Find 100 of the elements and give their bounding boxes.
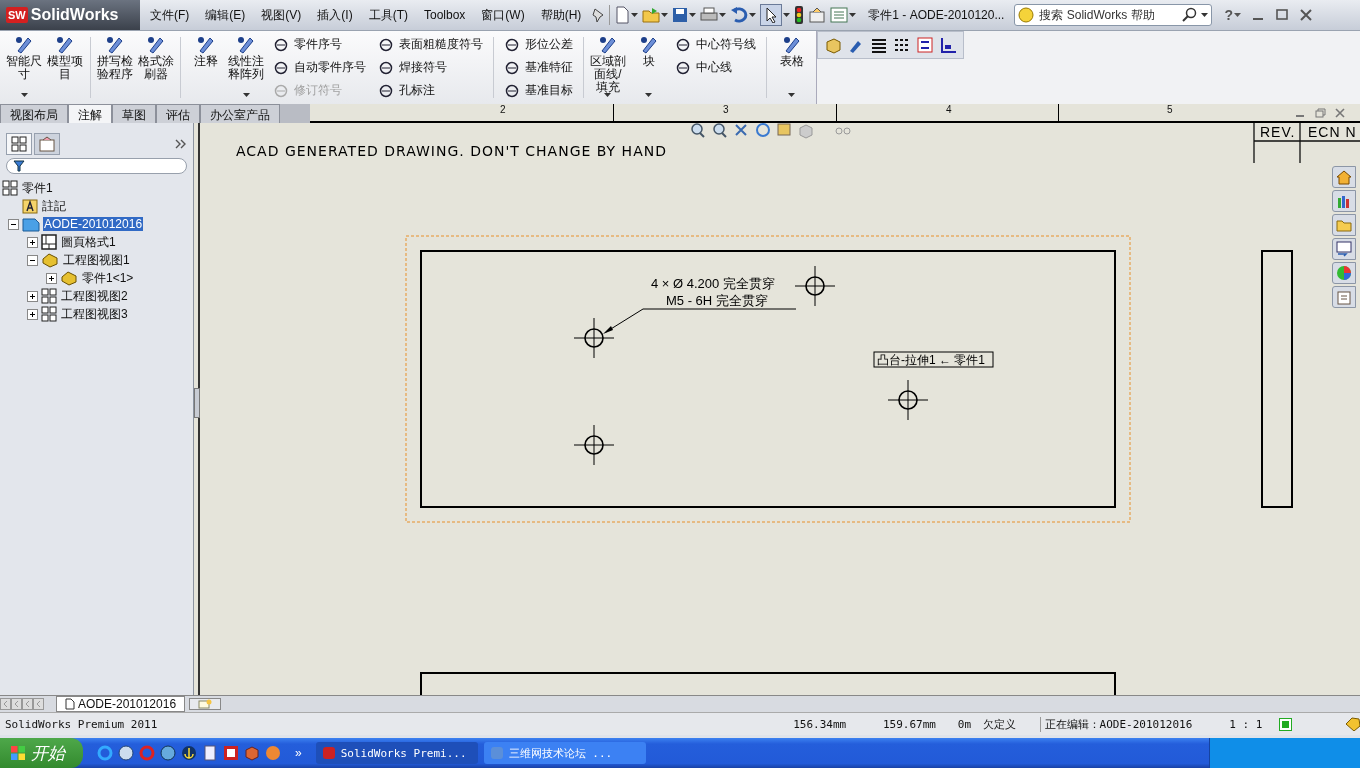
expander[interactable] xyxy=(8,218,19,230)
start-button[interactable]: 开始 xyxy=(0,738,83,768)
custom-properties-tab[interactable] xyxy=(1332,286,1356,308)
maximize-icon[interactable] xyxy=(1275,8,1289,22)
anchor-icon[interactable] xyxy=(181,745,197,761)
caret-icon[interactable] xyxy=(749,12,757,18)
feature-tree-tab[interactable] xyxy=(6,133,32,155)
tree-item[interactable]: 圖頁格式1 xyxy=(60,233,117,251)
ribbon-button[interactable]: 格式涂刷器 xyxy=(135,35,177,104)
zoom-area-icon[interactable] xyxy=(713,123,727,138)
ribbon-button[interactable]: 零件序号 xyxy=(272,35,366,54)
overflow-chevron[interactable]: » xyxy=(295,746,302,760)
hole-callout[interactable]: 4 × Ø 4.200 完全贯穿 xyxy=(651,276,775,291)
caret-icon[interactable] xyxy=(661,12,669,18)
ribbon-button[interactable]: 智能尺寸 xyxy=(4,35,45,104)
expander[interactable] xyxy=(27,290,38,302)
search-field[interactable]: 搜索 SolidWorks 帮助 xyxy=(1014,4,1213,26)
caret-icon[interactable] xyxy=(849,12,857,18)
library-tab[interactable] xyxy=(1332,190,1356,212)
command-tab[interactable]: 草图 xyxy=(112,104,156,123)
ribbon-button[interactable]: 拼写检验程序 xyxy=(94,35,136,104)
tree-item[interactable]: 註記 xyxy=(41,197,67,215)
menu-item[interactable]: 插入(I) xyxy=(311,6,359,24)
tree-item[interactable]: AODE-201012016 xyxy=(43,217,144,231)
caret-icon[interactable] xyxy=(783,12,791,18)
menu-item[interactable]: 视图(V) xyxy=(255,6,308,24)
menu-item[interactable]: 帮助(H) xyxy=(534,6,588,24)
appearance-tab[interactable] xyxy=(1332,262,1356,284)
ribbon-button[interactable]: 模型项目 xyxy=(44,35,86,104)
add-sheet-button[interactable] xyxy=(189,698,222,710)
caret-icon[interactable] xyxy=(689,12,697,18)
pin-icon[interactable] xyxy=(591,7,606,23)
view-outline[interactable] xyxy=(420,672,1116,695)
ribbon-button[interactable]: 焊接符号 xyxy=(377,58,483,77)
cube-icon[interactable] xyxy=(824,36,842,54)
line-weight-icon[interactable] xyxy=(870,36,888,54)
tree-item[interactable]: 工程图视图2 xyxy=(60,287,129,305)
new-document-icon[interactable] xyxy=(614,6,631,24)
hole-callout[interactable]: M5 - 6H 完全贯穿 xyxy=(666,293,768,308)
menu-item[interactable]: Toolbox xyxy=(418,8,472,22)
ribbon-button[interactable]: 基准目标 xyxy=(503,81,573,100)
caret-icon[interactable] xyxy=(631,12,639,18)
property-tab[interactable] xyxy=(34,133,60,155)
layer-icon[interactable] xyxy=(916,36,934,54)
center-mark[interactable] xyxy=(887,379,929,421)
command-tab[interactable]: 评估 xyxy=(156,104,200,123)
ribbon-button[interactable]: 线性注释阵列 xyxy=(225,35,267,104)
close-icon[interactable] xyxy=(1334,108,1346,118)
ribbon-button[interactable]: 表格 xyxy=(771,35,812,104)
menu-item[interactable]: 编辑(E) xyxy=(199,6,252,24)
filter-field[interactable] xyxy=(6,158,187,174)
menu-item[interactable]: 文件(F) xyxy=(144,6,196,24)
app-logo-icon[interactable] xyxy=(223,745,239,761)
box-icon[interactable] xyxy=(244,745,260,761)
side-view-outline[interactable] xyxy=(1261,250,1293,508)
app-logo[interactable]: SW SolidWorks xyxy=(0,0,140,30)
ribbon-button[interactable]: 注释 xyxy=(185,35,226,104)
expander[interactable] xyxy=(27,236,38,248)
command-tab[interactable]: 办公室产品 xyxy=(200,104,280,123)
command-tab[interactable]: 视图布局 xyxy=(0,104,68,123)
tree-item[interactable]: 零件1 xyxy=(21,179,54,197)
select-button[interactable] xyxy=(760,4,783,26)
pan-icon[interactable] xyxy=(735,124,747,136)
ribbon-button[interactable]: 区域剖面线/填充 xyxy=(587,35,629,104)
expand-chevron-icon[interactable] xyxy=(175,139,187,149)
globe-icon[interactable] xyxy=(118,745,134,761)
line-style-icon[interactable] xyxy=(893,36,911,54)
view-palette-tab[interactable] xyxy=(1332,238,1356,260)
ribbon-button[interactable]: 孔标注 xyxy=(377,81,483,100)
taskbar-button[interactable]: 三维网技术论坛 ... xyxy=(483,742,646,764)
home-tab[interactable] xyxy=(1332,166,1356,188)
menu-item[interactable]: 工具(T) xyxy=(362,6,414,24)
expander[interactable] xyxy=(27,308,38,320)
center-mark[interactable] xyxy=(794,265,836,307)
sheet-tab[interactable]: AODE-201012016 xyxy=(56,696,186,712)
center-mark[interactable] xyxy=(573,317,615,359)
rotate-icon[interactable] xyxy=(756,123,770,137)
ribbon-button[interactable]: 自动零件序号 xyxy=(272,58,366,77)
expander[interactable] xyxy=(27,254,38,266)
tree-item[interactable]: 零件1<1> xyxy=(81,269,135,287)
caret-icon[interactable] xyxy=(719,12,727,18)
sheet-scale[interactable]: 1 : 1 xyxy=(1229,717,1280,731)
zoom-to-fit-icon[interactable] xyxy=(691,123,705,138)
expander[interactable] xyxy=(46,272,57,284)
align-icon[interactable] xyxy=(939,36,957,54)
traffic-light-icon[interactable] xyxy=(794,6,805,24)
menu-item[interactable]: 窗口(W) xyxy=(475,6,531,24)
caret-icon[interactable] xyxy=(1234,12,1241,18)
save-icon[interactable] xyxy=(672,7,689,23)
ribbon-button[interactable]: 表面粗糙度符号 xyxy=(377,35,483,54)
ribbon-button[interactable]: 中心符号线 xyxy=(675,35,757,54)
printer-icon[interactable] xyxy=(700,7,719,23)
close-icon[interactable] xyxy=(1299,8,1313,22)
tree-item[interactable]: 工程图视图3 xyxy=(60,305,129,323)
ribbon-button[interactable]: 基准特征 xyxy=(503,58,573,77)
feature-tag[interactable]: 凸台-拉伸1 ← 零件1 xyxy=(877,353,985,367)
caret-icon[interactable] xyxy=(1201,13,1209,18)
ribbon-button[interactable]: 中心线 xyxy=(675,58,757,77)
tag-icon[interactable] xyxy=(1344,717,1360,731)
tree-item[interactable]: 工程图视图1 xyxy=(62,251,131,269)
